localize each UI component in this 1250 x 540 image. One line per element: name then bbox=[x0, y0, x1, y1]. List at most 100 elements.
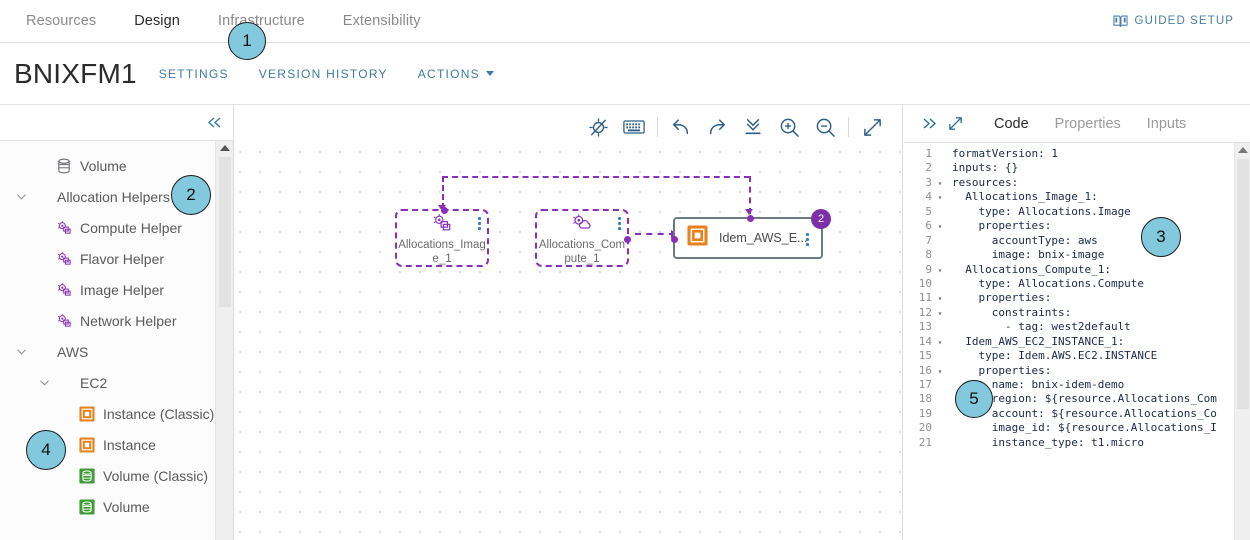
sidebar-item-flavor-helper[interactable]: Flavor Helper bbox=[0, 243, 215, 274]
sidebar-scrollbar-thumb[interactable] bbox=[219, 157, 231, 307]
code-scrollbar[interactable] bbox=[1234, 143, 1250, 540]
code-line[interactable]: 15 type: Idem.AWS.EC2.INSTANCE bbox=[904, 349, 1234, 363]
settings-link[interactable]: SETTINGS bbox=[159, 67, 229, 81]
code-text: type: Idem.AWS.EC2.INSTANCE bbox=[952, 349, 1158, 363]
align-icon[interactable] bbox=[735, 109, 771, 145]
code-line[interactable]: 6 ▾ properties: bbox=[904, 219, 1234, 233]
code-line[interactable]: 11 ▾ properties: bbox=[904, 291, 1234, 305]
keyboard-icon[interactable] bbox=[616, 109, 652, 145]
line-number: 19 bbox=[918, 406, 932, 420]
code-lines[interactable]: 1 formatVersion: 1 2 inputs: {} 3 ▾ resources:… bbox=[904, 147, 1234, 540]
code-line[interactable]: 16 ▾ properties: bbox=[904, 364, 1234, 378]
fold-toggle-icon[interactable]: ▾ bbox=[934, 291, 946, 305]
expand-arrows-icon[interactable] bbox=[942, 111, 968, 137]
code-line[interactable]: 13 - tag: west2default bbox=[904, 320, 1234, 334]
double-chevron-right-icon[interactable] bbox=[916, 111, 942, 137]
code-line[interactable]: 7 accountType: aws bbox=[904, 234, 1234, 248]
code-line[interactable]: 5 type: Allocations.Image bbox=[904, 205, 1234, 219]
sidebar-scrollbar[interactable] bbox=[215, 141, 233, 540]
nav-item-infrastructure[interactable]: Infrastructure bbox=[218, 13, 305, 29]
hide-connections-icon[interactable] bbox=[580, 109, 616, 145]
sidebar-item-compute-helper[interactable]: Compute Helper bbox=[0, 212, 215, 243]
code-line[interactable]: 14 ▾ Idem_AWS_EC2_INSTANCE_1: bbox=[904, 335, 1234, 349]
code-line[interactable]: 10 type: Allocations.Compute bbox=[904, 277, 1234, 291]
sidebar-item-image-helper[interactable]: Image Helper bbox=[0, 274, 215, 305]
node-port-left[interactable] bbox=[671, 236, 678, 243]
zoom-in-icon[interactable] bbox=[771, 109, 807, 145]
code-text: accountType: aws bbox=[952, 233, 1098, 247]
code-line[interactable]: 2 inputs: {} bbox=[904, 161, 1234, 175]
node-menu-icon[interactable] bbox=[806, 233, 809, 246]
code-line[interactable]: 4 ▾ Allocations_Image_1: bbox=[904, 190, 1234, 204]
canvas-node-allocations-image[interactable]: Allocations_Image_1 bbox=[395, 207, 489, 267]
toolbar-separator bbox=[848, 117, 849, 137]
chevron-down-icon[interactable] bbox=[12, 193, 30, 201]
callout-badge-5: 5 bbox=[955, 380, 993, 418]
double-chevron-left-icon[interactable] bbox=[206, 116, 223, 129]
node-port-right[interactable] bbox=[624, 236, 631, 243]
code-line[interactable]: 1 formatVersion: 1 bbox=[904, 147, 1234, 161]
fold-toggle-icon[interactable]: ▾ bbox=[934, 219, 946, 233]
ebs-volume-icon bbox=[76, 467, 98, 484]
left-sidebar: Volume Allocation Helpers Compute Helper Fl… bbox=[0, 105, 234, 540]
code-line[interactable]: 21 instance_type: t1.micro bbox=[904, 436, 1234, 450]
design-canvas[interactable]: Allocations_Image_1 Allocations_Compute_… bbox=[235, 105, 903, 540]
nav-item-design[interactable]: Design bbox=[134, 13, 180, 29]
canvas-node-idem-aws-ec2[interactable]: Idem_AWS_E... 2 bbox=[671, 209, 831, 259]
redo-icon[interactable] bbox=[699, 109, 735, 145]
code-line[interactable]: 19 account: ${resource.Allocations_Co bbox=[904, 407, 1234, 421]
sidebar-item-volume[interactable]: Volume bbox=[0, 491, 215, 522]
fold-toggle-icon[interactable]: ▾ bbox=[934, 306, 946, 320]
sidebar-item-network-helper[interactable]: Network Helper bbox=[0, 305, 215, 336]
code-line[interactable]: 9 ▾ Allocations_Compute_1: bbox=[904, 263, 1234, 277]
canvas-node-allocations-compute[interactable]: Allocations_Compute_1 bbox=[535, 209, 631, 267]
nav-item-resources[interactable]: Resources bbox=[26, 13, 96, 29]
line-number: 16 bbox=[918, 363, 932, 377]
canvas-grid[interactable]: Allocations_Image_1 Allocations_Compute_… bbox=[235, 149, 902, 540]
scroll-up-arrow-icon[interactable] bbox=[1237, 147, 1248, 153]
version-history-link[interactable]: VERSION HISTORY bbox=[259, 67, 388, 81]
code-line[interactable]: 18 region: ${resource.Allocations_Com bbox=[904, 392, 1234, 406]
fold-toggle-icon[interactable]: ▾ bbox=[934, 364, 946, 378]
fold-toggle-icon[interactable]: ▾ bbox=[934, 263, 946, 277]
nav-item-extensibility[interactable]: Extensibility bbox=[343, 13, 421, 29]
undo-icon[interactable] bbox=[663, 109, 699, 145]
scroll-up-arrow-icon[interactable] bbox=[219, 145, 230, 151]
code-value: 1 bbox=[1051, 147, 1058, 160]
tab-properties[interactable]: Properties bbox=[1055, 116, 1121, 132]
sidebar-item-aws[interactable]: AWS bbox=[0, 336, 215, 367]
code-editor[interactable]: 1 formatVersion: 1 2 inputs: {} 3 ▾ resources:… bbox=[904, 143, 1250, 540]
code-line[interactable]: 12 ▾ constraints: bbox=[904, 306, 1234, 320]
code-scrollbar-thumb[interactable] bbox=[1237, 159, 1249, 409]
fold-toggle-icon[interactable]: ▾ bbox=[934, 190, 946, 204]
sidebar-item-instance-classic[interactable]: Instance (Classic) bbox=[0, 398, 215, 429]
code-line[interactable]: 8 image: bnix-image bbox=[904, 248, 1234, 262]
actions-menu-button[interactable]: ACTIONS bbox=[418, 67, 494, 81]
tab-code[interactable]: Code bbox=[994, 116, 1029, 132]
tab-inputs[interactable]: Inputs bbox=[1147, 116, 1187, 132]
chevron-down-icon[interactable] bbox=[12, 348, 30, 356]
node-menu-icon[interactable] bbox=[478, 217, 481, 230]
ec2-instance-icon bbox=[76, 405, 98, 422]
code-line[interactable]: 17 name: bnix-idem-demo bbox=[904, 378, 1234, 392]
node-port-top[interactable] bbox=[747, 215, 754, 222]
zoom-out-icon[interactable] bbox=[807, 109, 843, 145]
code-line[interactable]: 20 image_id: ${resource.Allocations_I bbox=[904, 421, 1234, 435]
line-number: 3 bbox=[925, 175, 932, 189]
node-menu-icon[interactable] bbox=[618, 217, 621, 230]
sidebar-item-ec2[interactable]: EC2 bbox=[0, 367, 215, 398]
fold-toggle-icon[interactable]: ▾ bbox=[934, 176, 946, 190]
sidebar-item-label: Network Helper bbox=[80, 312, 177, 329]
compute-helper-icon bbox=[571, 213, 593, 238]
code-line[interactable]: 3 ▾ resources: bbox=[904, 176, 1234, 190]
line-number: 12 bbox=[918, 305, 932, 319]
code-text: Allocations_Image_1: bbox=[952, 190, 1098, 204]
expand-icon[interactable] bbox=[854, 109, 890, 145]
fold-toggle-icon[interactable]: ▾ bbox=[934, 335, 946, 349]
node-port-top[interactable] bbox=[441, 207, 448, 214]
chevron-down-icon[interactable] bbox=[35, 379, 53, 387]
guided-setup-button[interactable]: GUIDED SETUP bbox=[1112, 14, 1234, 28]
